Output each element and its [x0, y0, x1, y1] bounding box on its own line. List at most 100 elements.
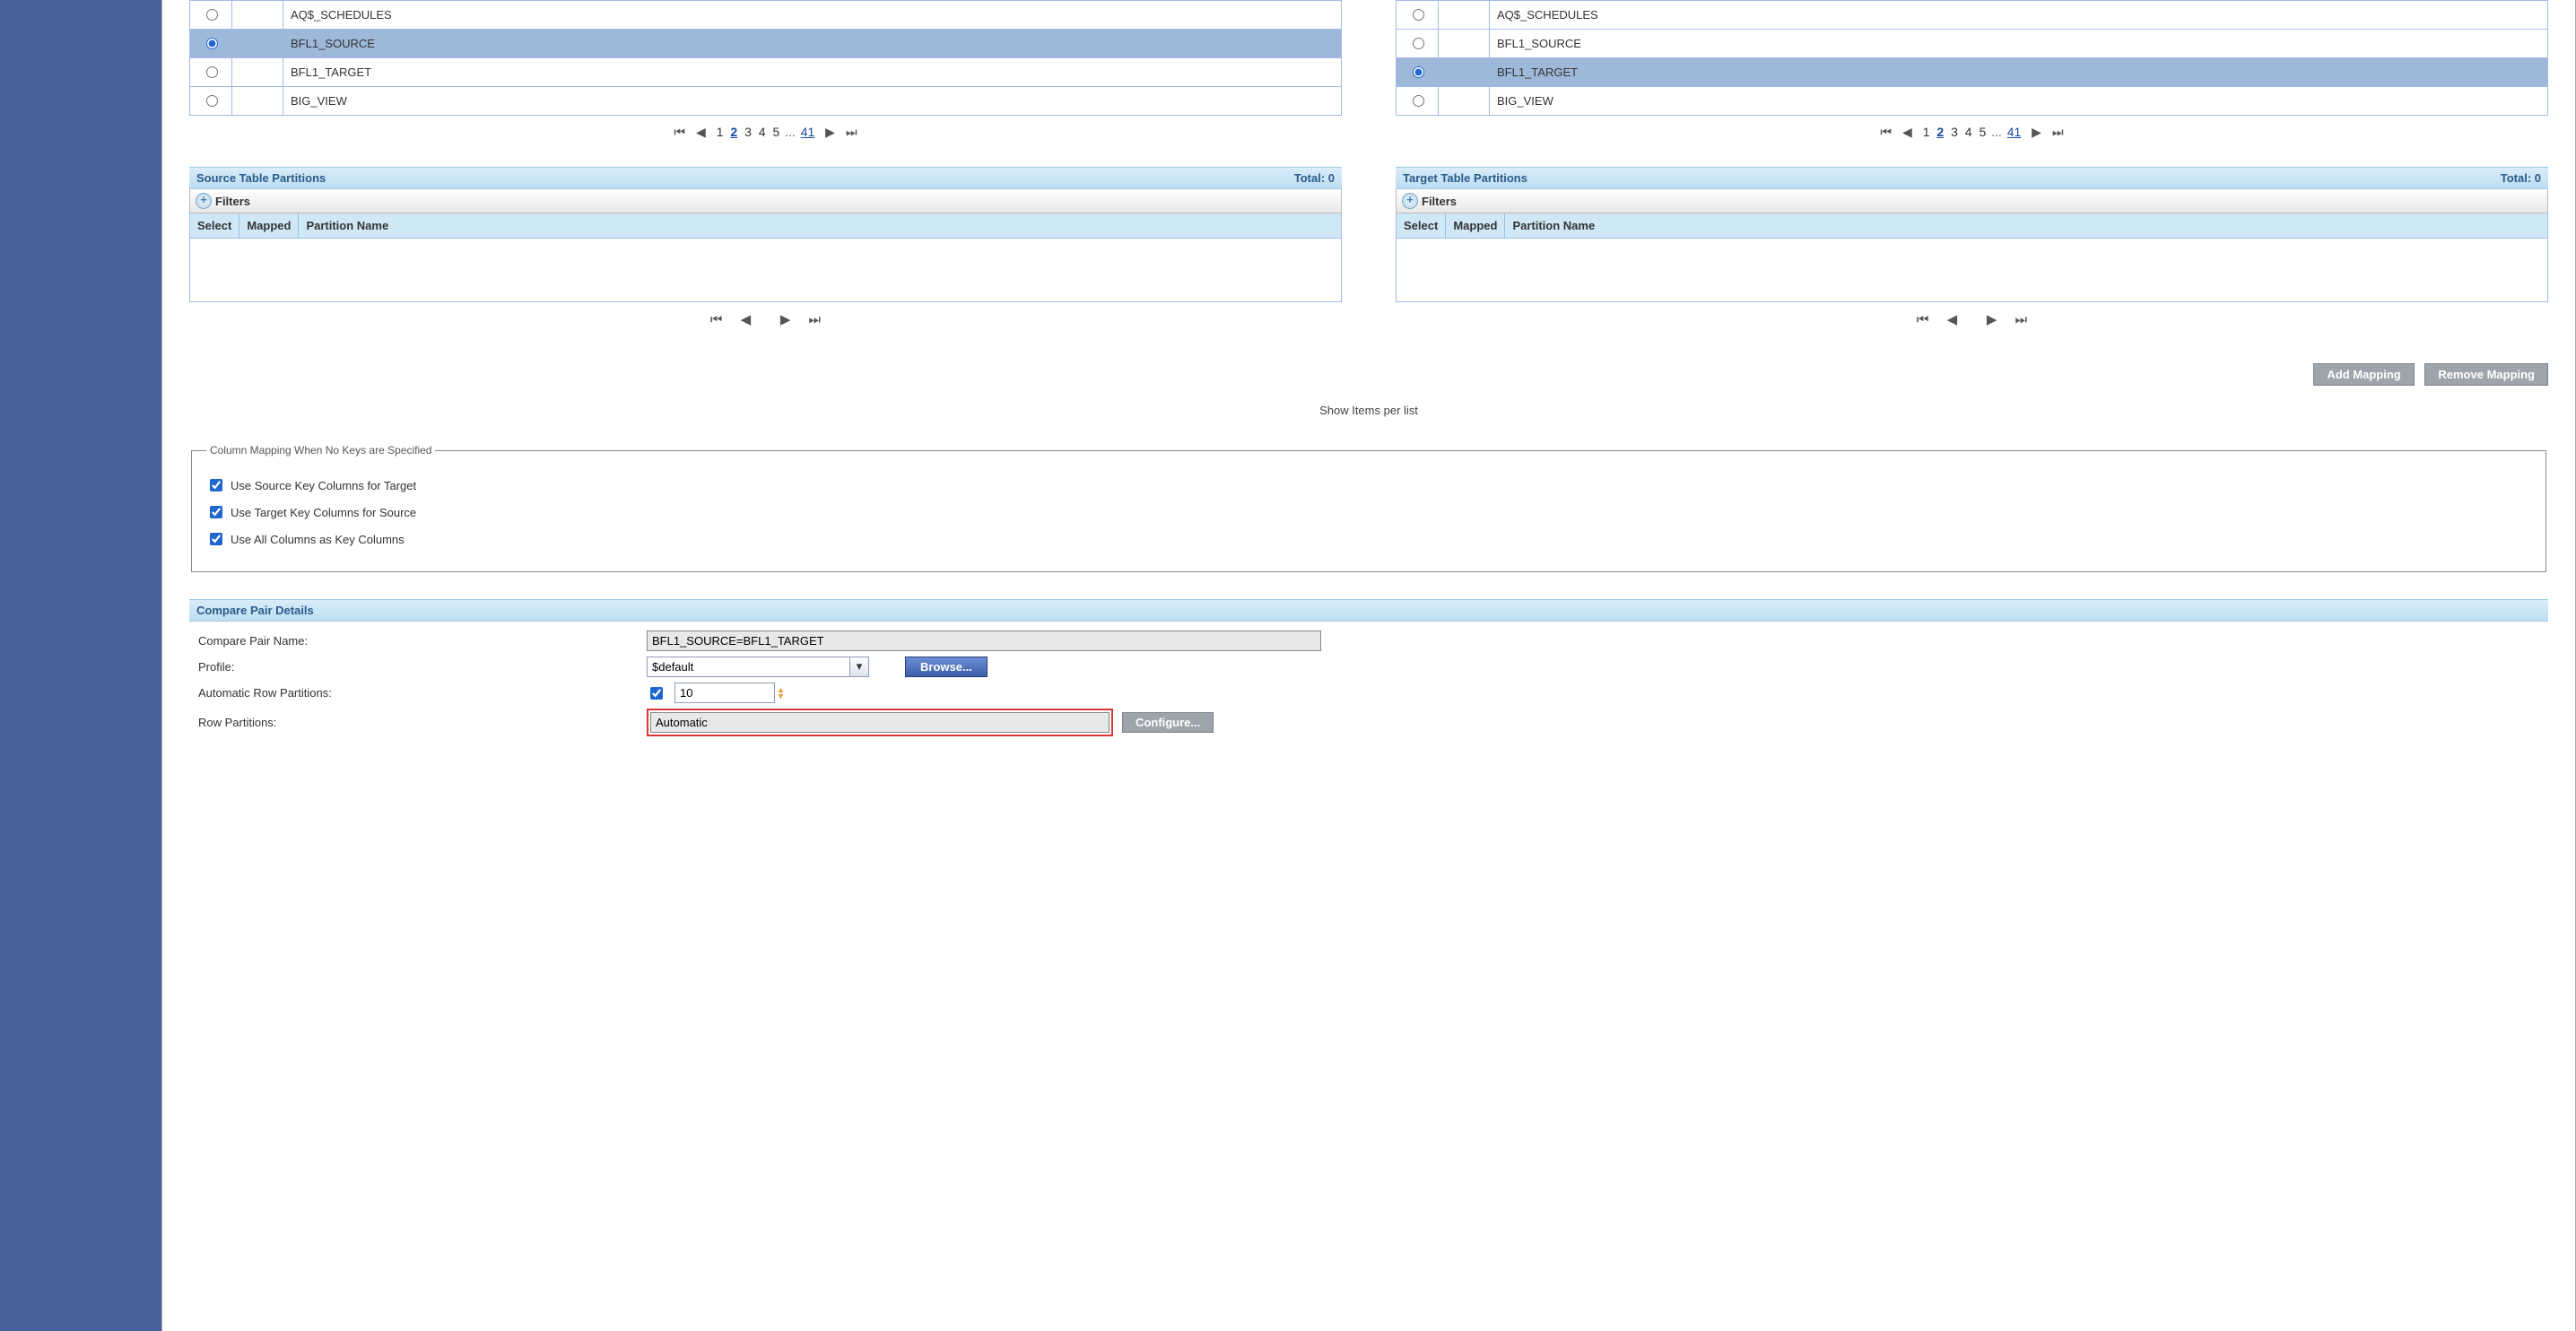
- profile-input[interactable]: [647, 657, 849, 677]
- table-row[interactable]: BIG_VIEW: [1397, 87, 2548, 116]
- radio-cell: [190, 30, 232, 58]
- remove-mapping-button[interactable]: Remove Mapping: [2424, 363, 2548, 386]
- pager-page[interactable]: 4: [1963, 125, 1974, 139]
- row-partitions-field[interactable]: [650, 712, 1110, 733]
- first-page-icon[interactable]: ⏮: [668, 125, 691, 140]
- spacer-cell: [232, 58, 283, 87]
- profile-combo[interactable]: ▾: [647, 657, 869, 677]
- pager-page[interactable]: 3: [1949, 125, 1960, 139]
- use-source-key-checkbox[interactable]: [210, 479, 222, 492]
- pager-page-link[interactable]: 41: [799, 125, 817, 139]
- source-table: AQ$_SCHEDULESBFL1_SOURCEBFL1_TARGETBIG_V…: [189, 0, 1342, 116]
- compare-pair-name-label: Compare Pair Name:: [189, 634, 647, 648]
- row-radio[interactable]: [206, 9, 218, 21]
- use-target-key-checkbox[interactable]: [210, 506, 222, 518]
- arp-value-input[interactable]: [674, 683, 775, 703]
- pager-page[interactable]: 4: [757, 125, 768, 139]
- source-filters-bar[interactable]: + Filters: [189, 189, 1342, 213]
- col-select: Select: [190, 213, 239, 238]
- next-page-icon[interactable]: ▶: [820, 125, 840, 140]
- source-partition-body: [189, 239, 1342, 302]
- row-radio[interactable]: [206, 66, 218, 78]
- radio-cell: [1397, 30, 1439, 58]
- table-name-cell: BFL1_SOURCE: [1490, 30, 2548, 58]
- next-page-icon[interactable]: ▶: [2026, 125, 2047, 140]
- pager-page-current[interactable]: 2: [1935, 125, 1945, 139]
- col-partition-name: Partition Name: [299, 213, 1341, 238]
- pager-page[interactable]: 1: [1921, 125, 1932, 139]
- table-name-cell: AQ$_SCHEDULES: [1490, 1, 2548, 30]
- col-select: Select: [1397, 213, 1446, 238]
- table-name-cell: BFL1_SOURCE: [283, 30, 1342, 58]
- spinner-down-icon[interactable]: ▼: [777, 693, 785, 700]
- arp-checkbox[interactable]: [650, 687, 663, 700]
- target-table-panel: AQ$_SCHEDULESBFL1_SOURCEBFL1_TARGETBIG_V…: [1396, 0, 2548, 167]
- last-page-icon[interactable]: ⏭: [840, 125, 863, 140]
- plus-icon[interactable]: +: [196, 193, 212, 209]
- source-partitions-header: Source Table Partitions Total: 0: [189, 167, 1342, 189]
- radio-cell: [1397, 58, 1439, 87]
- radio-cell: [190, 87, 232, 116]
- prev-page-icon[interactable]: ◀: [691, 125, 711, 140]
- table-row[interactable]: BIG_VIEW: [190, 87, 1342, 116]
- use-target-key-label: Use Target Key Columns for Source: [231, 506, 416, 519]
- row-radio[interactable]: [206, 38, 218, 49]
- table-row[interactable]: BFL1_SOURCE: [190, 30, 1342, 58]
- table-name-cell: BFL1_TARGET: [283, 58, 1342, 87]
- spacer-cell: [1439, 30, 1490, 58]
- chevron-down-icon[interactable]: ▾: [849, 657, 869, 677]
- pager-page-current[interactable]: 2: [728, 125, 739, 139]
- radio-cell: [190, 1, 232, 30]
- row-radio[interactable]: [1413, 38, 1424, 49]
- target-filters-bar[interactable]: + Filters: [1396, 189, 2548, 213]
- row-partitions-label: Row Partitions:: [189, 716, 647, 729]
- left-sidebar: [0, 0, 161, 1331]
- compare-pair-details-header: Compare Pair Details: [189, 599, 2548, 622]
- column-mapping-fieldset: Column Mapping When No Keys are Specifie…: [191, 444, 2546, 572]
- table-row[interactable]: BFL1_TARGET: [190, 58, 1342, 87]
- spacer-cell: [232, 87, 283, 116]
- source-partitions-title: Source Table Partitions: [196, 171, 326, 185]
- target-partitions-total: Total: 0: [2501, 171, 2541, 185]
- first-page-icon[interactable]: ⏮: [703, 312, 730, 327]
- prev-page-icon[interactable]: ◀: [734, 311, 759, 327]
- pager-page[interactable]: 3: [743, 125, 753, 139]
- last-page-icon[interactable]: ⏭: [2047, 125, 2069, 140]
- next-page-icon[interactable]: ▶: [773, 311, 798, 327]
- table-name-cell: BFL1_TARGET: [1490, 58, 2548, 87]
- target-partitions-title: Target Table Partitions: [1403, 171, 1527, 185]
- next-page-icon[interactable]: ▶: [1980, 311, 2005, 327]
- last-page-icon[interactable]: ⏭: [802, 312, 829, 327]
- table-row[interactable]: BFL1_SOURCE: [1397, 30, 2548, 58]
- table-row[interactable]: AQ$_SCHEDULES: [190, 1, 1342, 30]
- compare-pair-name-field[interactable]: [647, 631, 1321, 651]
- pager-page[interactable]: 5: [770, 125, 781, 139]
- pager-page[interactable]: 5: [1977, 125, 1988, 139]
- prev-page-icon[interactable]: ◀: [1897, 125, 1918, 140]
- first-page-icon[interactable]: ⏮: [1875, 125, 1897, 140]
- col-partition-name: Partition Name: [1505, 213, 2547, 238]
- row-radio[interactable]: [206, 95, 218, 107]
- add-mapping-button[interactable]: Add Mapping: [2313, 363, 2414, 386]
- use-source-key-label: Use Source Key Columns for Target: [231, 479, 416, 492]
- pager-page-link[interactable]: 41: [2006, 125, 2023, 139]
- row-radio[interactable]: [1413, 95, 1424, 107]
- profile-label: Profile:: [189, 660, 647, 674]
- filters-label: Filters: [215, 195, 250, 208]
- browse-button[interactable]: Browse...: [905, 657, 988, 677]
- pager-page[interactable]: 1: [715, 125, 726, 139]
- row-radio[interactable]: [1413, 66, 1424, 78]
- first-page-icon[interactable]: ⏮: [1910, 312, 1936, 327]
- configure-button[interactable]: Configure...: [1122, 712, 1214, 733]
- spacer-cell: [232, 30, 283, 58]
- prev-page-icon[interactable]: ◀: [1940, 311, 1965, 327]
- spacer-cell: [232, 1, 283, 30]
- row-radio[interactable]: [1413, 9, 1424, 21]
- target-partition-pager: ⏮ ◀ ▶ ⏭: [1396, 302, 2548, 363]
- table-row[interactable]: AQ$_SCHEDULES: [1397, 1, 2548, 30]
- target-partitions-header: Target Table Partitions Total: 0: [1396, 167, 2548, 189]
- use-all-columns-checkbox[interactable]: [210, 533, 222, 545]
- plus-icon[interactable]: +: [1402, 193, 1418, 209]
- table-row[interactable]: BFL1_TARGET: [1397, 58, 2548, 87]
- last-page-icon[interactable]: ⏭: [2008, 312, 2035, 327]
